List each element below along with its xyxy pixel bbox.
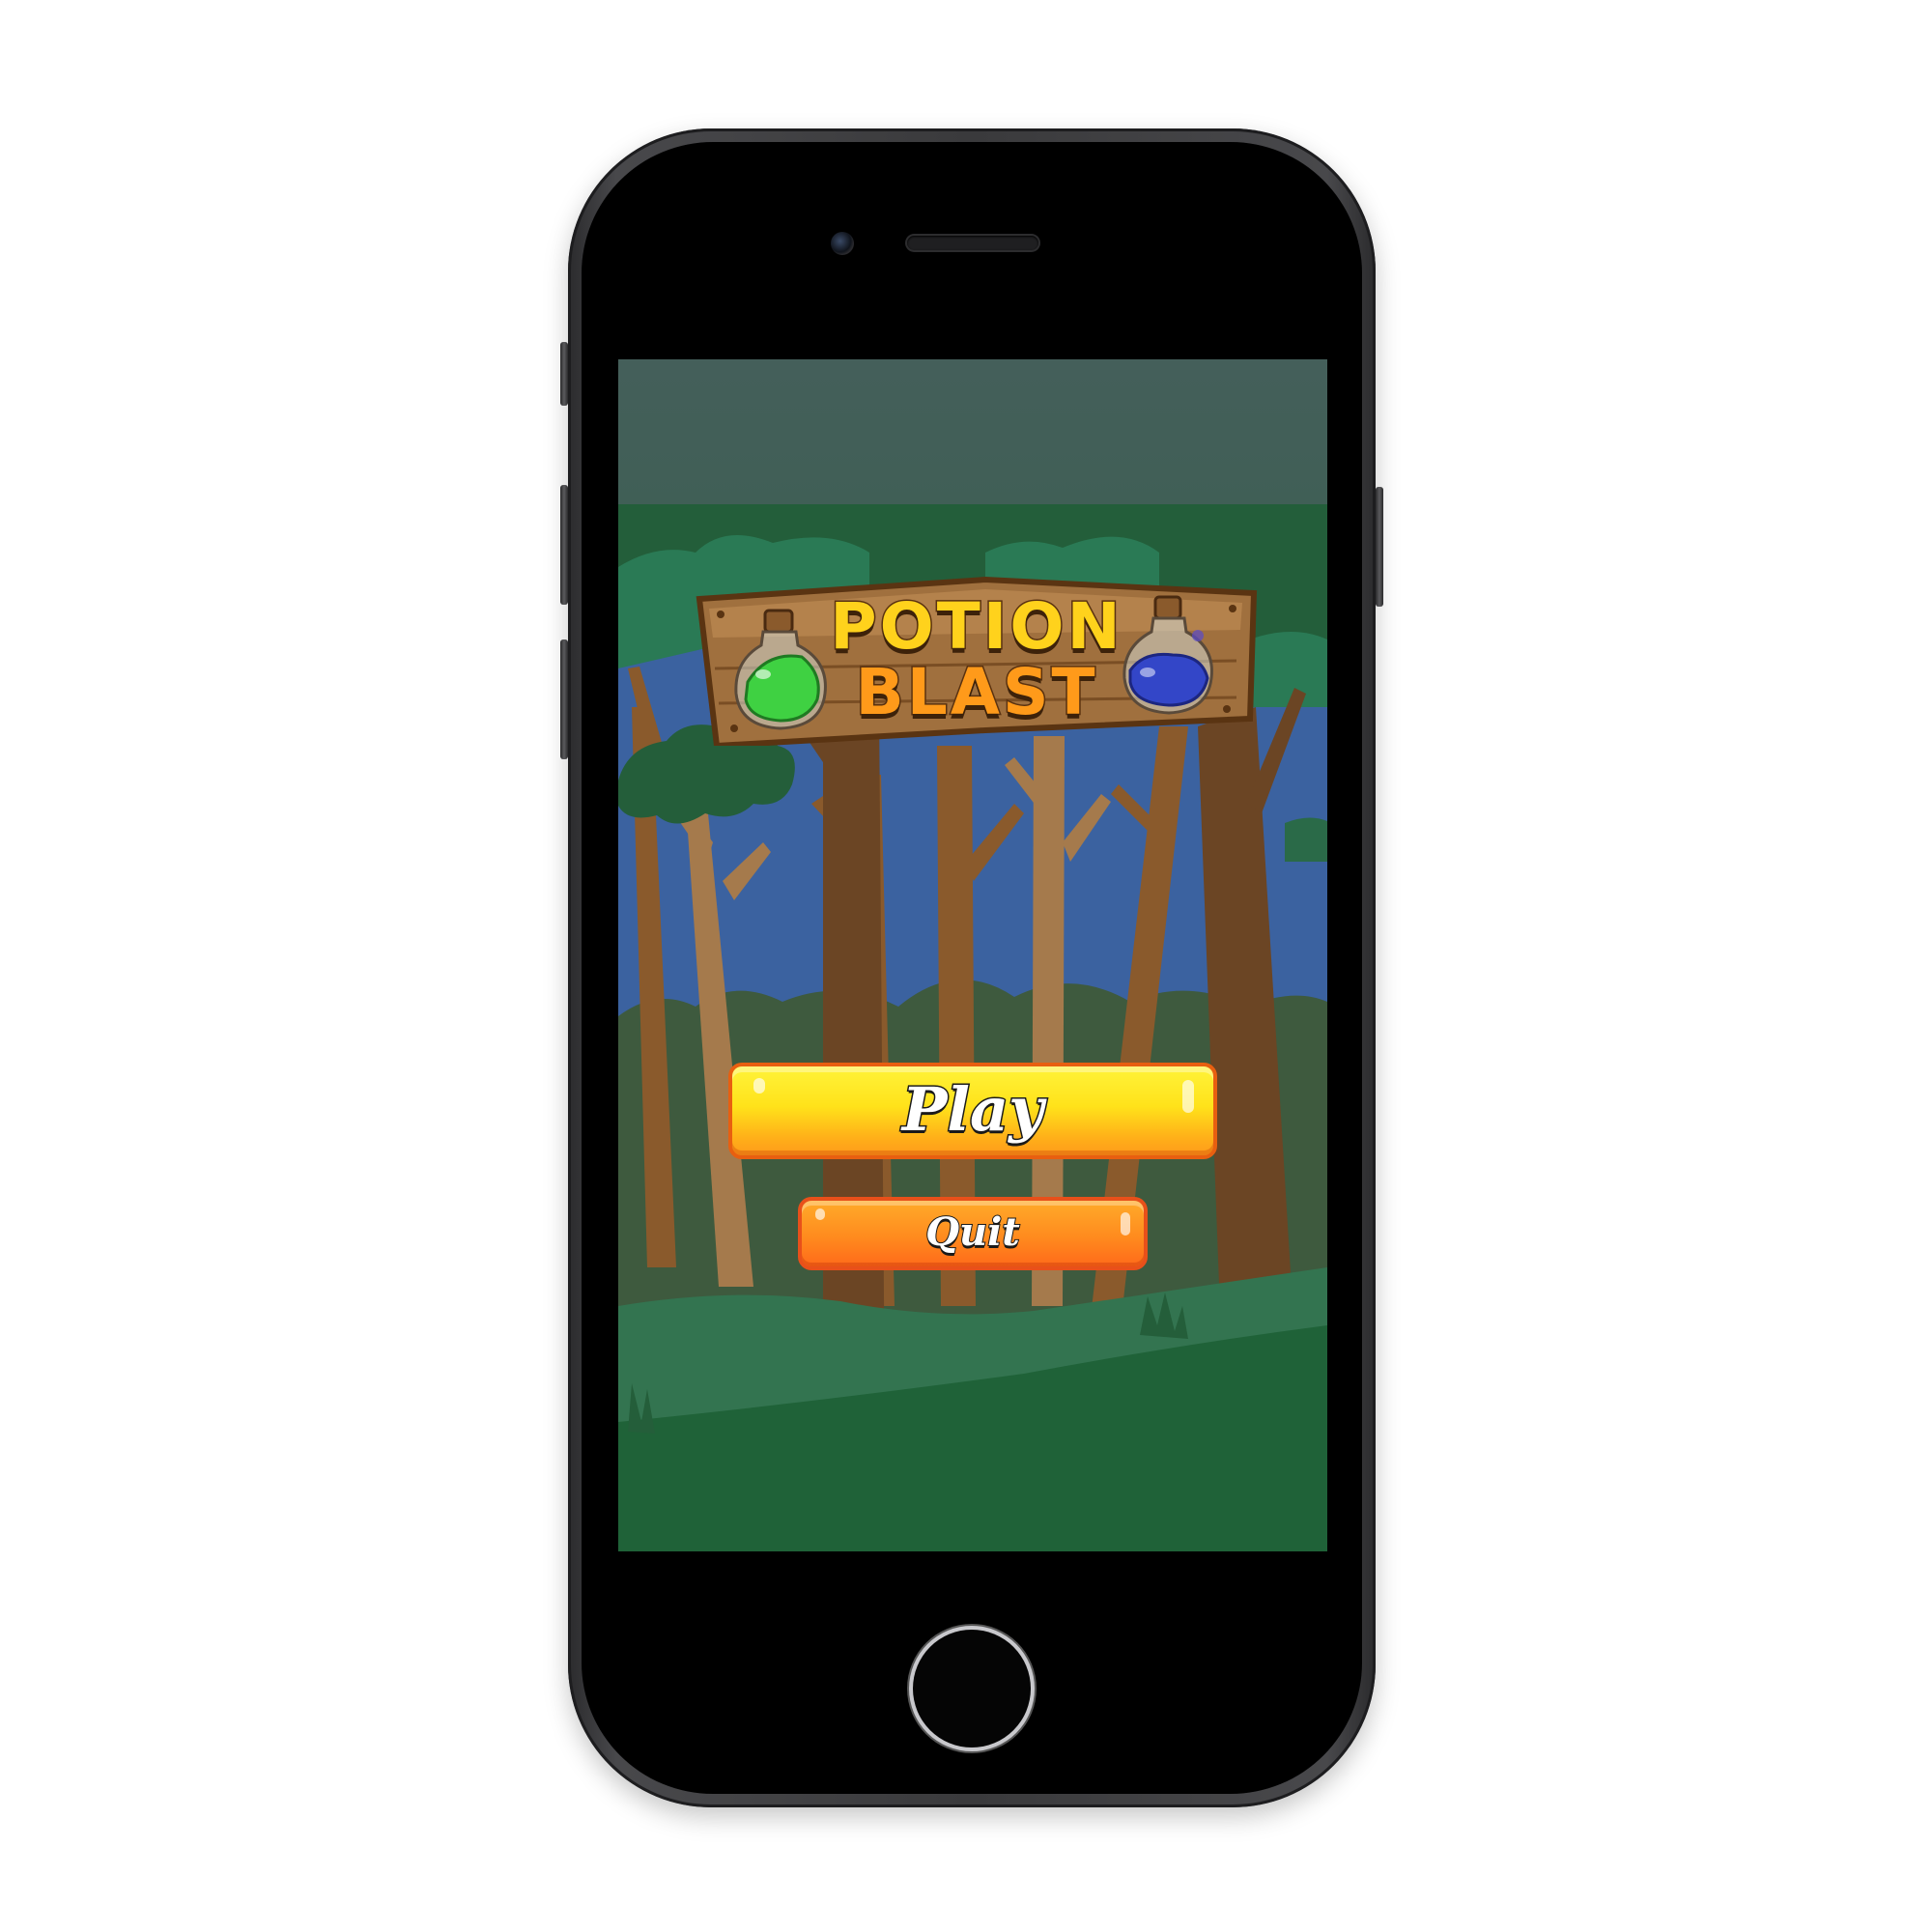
button-shine bbox=[1182, 1080, 1194, 1113]
button-shine bbox=[815, 1208, 825, 1220]
play-button[interactable]: Play bbox=[728, 1063, 1217, 1159]
earpiece-speaker bbox=[907, 236, 1038, 250]
quit-button-label: Quit bbox=[924, 1208, 1021, 1256]
button-shine bbox=[1121, 1212, 1130, 1236]
quit-button[interactable]: Quit bbox=[798, 1197, 1148, 1270]
mute-switch bbox=[560, 342, 568, 406]
game-title-line-2: BLAST bbox=[854, 655, 1098, 729]
volume-up-button bbox=[560, 485, 568, 605]
forest-background bbox=[618, 359, 1327, 1551]
game-screen: POTION BLAST Play Quit bbox=[618, 359, 1327, 1551]
front-camera bbox=[831, 232, 854, 255]
volume-down-button bbox=[560, 639, 568, 759]
play-button-label: Play bbox=[900, 1073, 1044, 1147]
home-button[interactable] bbox=[913, 1630, 1031, 1747]
button-shine bbox=[753, 1078, 765, 1094]
title-sign: POTION BLAST bbox=[696, 576, 1258, 750]
game-title-line-1: POTION bbox=[829, 589, 1123, 664]
power-button bbox=[1376, 487, 1383, 607]
